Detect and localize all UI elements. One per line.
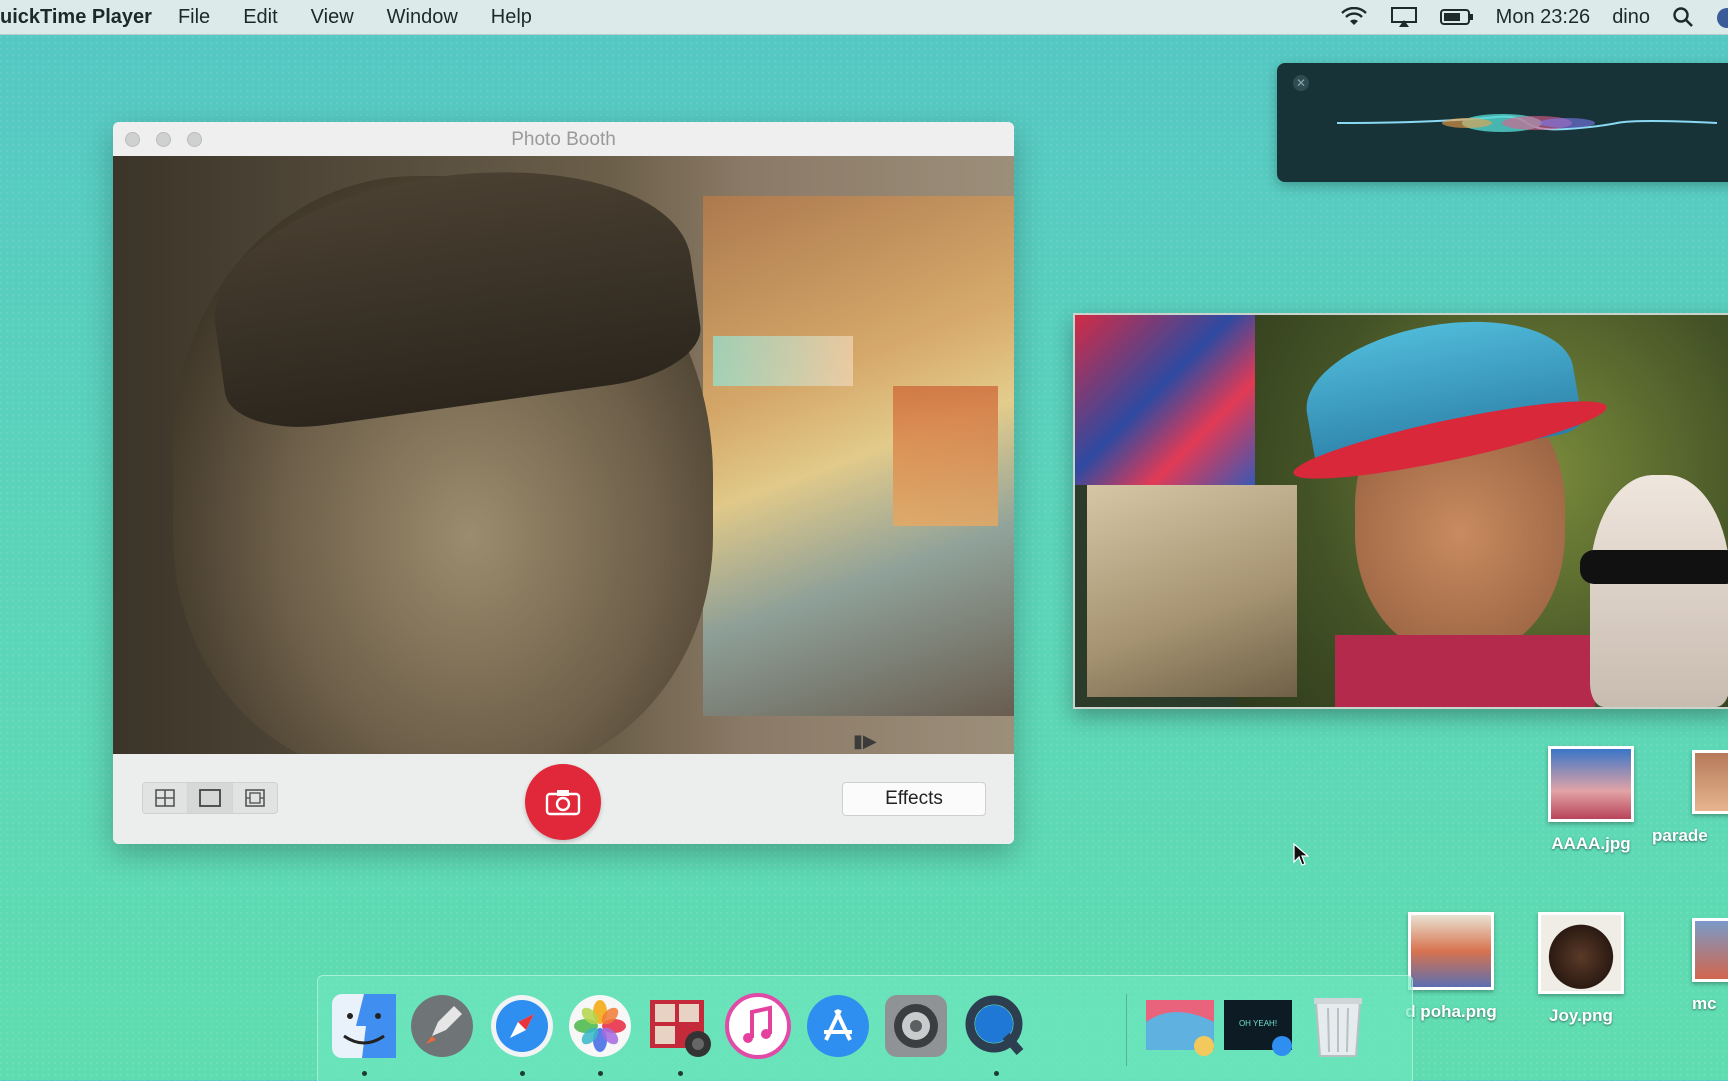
photos-icon[interactable] — [566, 992, 634, 1060]
running-indicator — [994, 1071, 999, 1076]
running-indicator — [362, 1071, 367, 1076]
image-thumbnail — [1538, 912, 1624, 994]
grid-view-icon[interactable] — [143, 783, 188, 813]
running-indicator — [598, 1071, 603, 1076]
video-person-shirt — [1335, 635, 1595, 707]
filmstrip-view-icon[interactable] — [233, 783, 277, 813]
image-thumbnail — [1692, 750, 1728, 814]
menu-edit[interactable]: Edit — [243, 6, 277, 29]
background-poster — [893, 386, 998, 526]
close-icon[interactable]: ✕ — [1293, 75, 1309, 91]
wifi-icon[interactable] — [1340, 6, 1368, 29]
desktop-file-joy[interactable]: Joy.png — [1526, 912, 1636, 1026]
video-mannequin — [1590, 475, 1728, 707]
take-photo-button[interactable] — [525, 764, 601, 840]
running-indicator — [678, 1071, 683, 1076]
image-thumbnail — [1408, 912, 1494, 990]
image-thumbnail — [1548, 746, 1634, 822]
photo-booth-toolbar: Effects — [113, 754, 1014, 844]
image-thumbnail — [1692, 918, 1728, 982]
desktop-file-label: Joy.png — [1549, 1006, 1613, 1025]
desktop-file-label: mc — [1692, 994, 1717, 1013]
svg-text:OH YEAH!: OH YEAH! — [1239, 1019, 1277, 1028]
siri-menu-icon[interactable] — [1716, 6, 1728, 28]
status-area: Mon 23:26 dino — [1318, 0, 1728, 34]
dock-separator — [1126, 994, 1127, 1066]
single-view-icon[interactable] — [188, 783, 233, 813]
trash-icon[interactable] — [1304, 992, 1372, 1060]
video-player-window[interactable] — [1073, 313, 1728, 709]
safari-document-icon[interactable]: OH YEAH! — [1222, 992, 1292, 1060]
window-title: Photo Booth — [511, 129, 616, 150]
camera-icon — [545, 790, 581, 816]
app-store-icon[interactable] — [804, 992, 872, 1060]
launchpad-icon[interactable] — [408, 992, 476, 1060]
menu-file[interactable]: File — [178, 6, 210, 29]
effects-button[interactable]: Effects — [842, 782, 986, 816]
view-mode-segmented-control — [142, 782, 278, 814]
user-name[interactable]: dino — [1612, 6, 1650, 29]
running-indicator — [520, 1071, 525, 1076]
airplay-icon[interactable] — [1390, 6, 1418, 29]
safari-icon[interactable] — [488, 992, 556, 1060]
window-titlebar[interactable]: Photo Booth — [113, 122, 1014, 157]
picture-in-picture-inset — [1087, 485, 1297, 697]
menu-view[interactable]: View — [311, 6, 354, 29]
camera-preview: ▮▶ — [113, 156, 1014, 754]
clock[interactable]: Mon 23:26 — [1496, 6, 1591, 29]
photo-booth-icon[interactable] — [646, 992, 714, 1060]
dock: OH YEAH! — [317, 975, 1413, 1081]
preview-play-icon: ▮▶ — [853, 731, 877, 751]
desktop-file-label: parade — [1652, 826, 1708, 845]
spotlight-search-icon[interactable] — [1672, 6, 1694, 29]
mouse-cursor-icon — [1293, 843, 1309, 866]
background-screen — [713, 336, 853, 386]
finder-icon[interactable] — [330, 992, 398, 1060]
menu-window[interactable]: Window — [387, 6, 458, 29]
desktop-file-mc[interactable]: mc — [1688, 918, 1728, 1014]
app-menu[interactable]: uickTime Player — [0, 6, 152, 29]
system-preferences-icon[interactable] — [882, 992, 950, 1060]
photo-booth-window: Photo Booth ▮▶ Effects — [113, 122, 1014, 844]
siri-waveform-icon — [1337, 114, 1717, 132]
itunes-icon[interactable] — [724, 992, 792, 1060]
video-sunglasses — [1580, 550, 1728, 584]
quicktime-icon[interactable] — [962, 992, 1030, 1060]
menu-bar: uickTime Player File Edit View Window He… — [0, 0, 1728, 35]
preview-doc-icon[interactable] — [1144, 992, 1214, 1060]
desktop-file-parade[interactable]: parade — [1650, 750, 1728, 846]
menu-help[interactable]: Help — [491, 6, 532, 29]
desktop-file-label: AAAA.jpg — [1551, 834, 1631, 853]
battery-icon[interactable] — [1439, 6, 1474, 29]
siri-panel: ✕ — [1277, 63, 1728, 182]
video-flag — [1075, 315, 1255, 485]
desktop-file-aaaa[interactable]: AAAA.jpg — [1536, 746, 1646, 854]
